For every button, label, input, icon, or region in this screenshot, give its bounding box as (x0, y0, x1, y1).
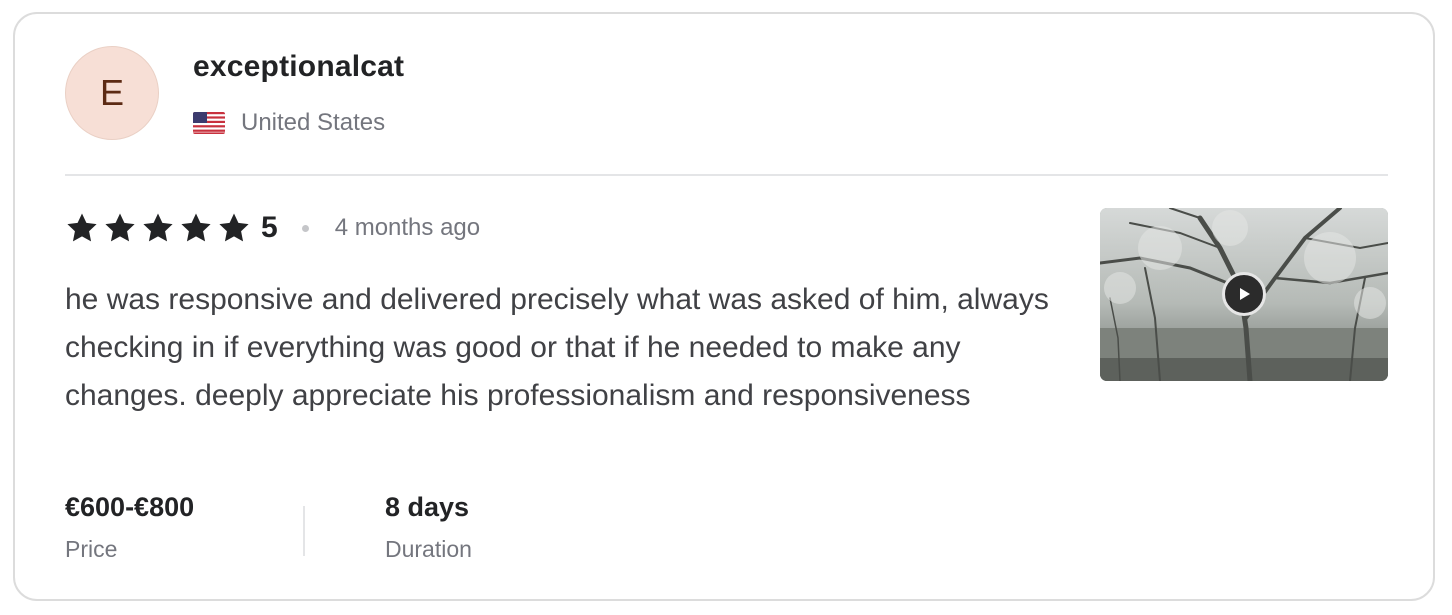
price-value: €600-€800 (65, 492, 195, 522)
price-block: €600-€800 Price (65, 492, 194, 563)
divider (65, 174, 1388, 176)
play-button[interactable] (1222, 272, 1266, 316)
star-icon (67, 213, 97, 242)
reviewer-country: United States (193, 108, 385, 138)
review-time: 4 months ago (334, 214, 481, 241)
details-divider (303, 506, 305, 556)
duration-label: Duration (385, 536, 472, 562)
review-text: he was responsive and delivered precisel… (65, 283, 1049, 412)
us-flag-icon (193, 112, 225, 134)
avatar-initial: E (99, 72, 124, 113)
separator-dot (301, 224, 309, 232)
duration-block: 8 days Duration (385, 492, 472, 563)
star-icon (181, 213, 211, 242)
play-icon (1240, 288, 1250, 300)
star-icon (105, 213, 135, 242)
price-label: Price (65, 536, 118, 562)
reviewer-username[interactable]: exceptionalcat (193, 50, 404, 84)
country-name: United States (241, 109, 386, 136)
rating-value: 5 (261, 211, 278, 244)
avatar[interactable]: E (65, 46, 159, 140)
review-card: E exceptionalcat United States 5 4 month… (13, 12, 1435, 601)
video-thumbnail[interactable] (1100, 208, 1388, 381)
duration-value: 8 days (385, 492, 470, 522)
star-icon (219, 213, 249, 242)
star-icon (143, 213, 173, 242)
rating-row: 5 4 months ago (65, 208, 480, 248)
